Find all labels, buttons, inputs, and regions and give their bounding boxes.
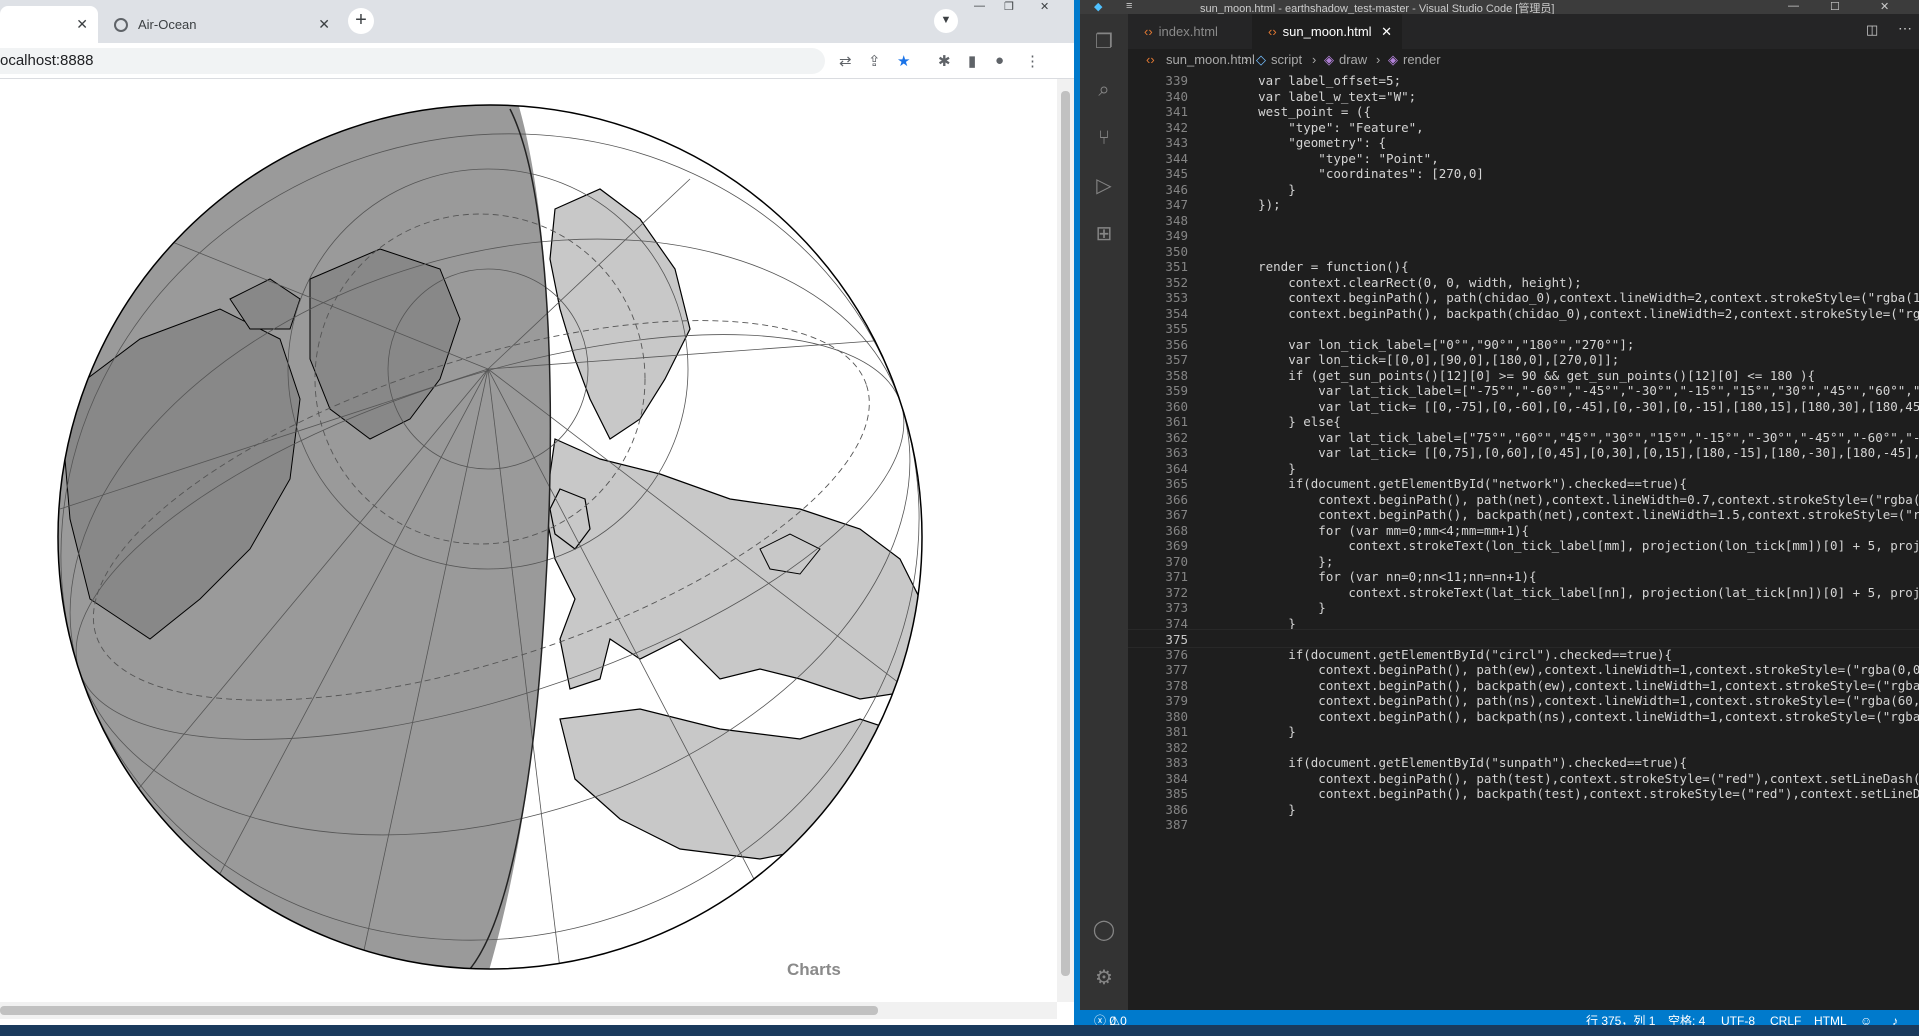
- horizontal-scroll-thumb[interactable]: [0, 1006, 878, 1015]
- vscode-logo-icon: ◆: [1094, 1, 1103, 13]
- tab-sun-moon-html[interactable]: ‹› sun_moon.html ✕: [1252, 14, 1402, 49]
- account-icon[interactable]: ◯: [1092, 918, 1116, 942]
- new-tab-button[interactable]: +: [348, 8, 374, 34]
- breadcrumb-script[interactable]: script: [1271, 49, 1302, 71]
- extensions-icon[interactable]: ⊞: [1092, 222, 1116, 246]
- page-content: Charts: [0, 79, 1057, 1002]
- editor-tabs: ‹› index.html ‹› sun_moon.html ✕ ◫ ⋯: [1128, 14, 1919, 49]
- tab-index-html[interactable]: ‹› index.html: [1128, 14, 1252, 49]
- window-close-icon[interactable]: ✕: [1880, 0, 1889, 13]
- vertical-scroll-thumb[interactable]: [1061, 91, 1070, 976]
- html-file-icon: ‹›: [1144, 24, 1153, 39]
- window-close-icon[interactable]: ✕: [1040, 0, 1049, 14]
- share-icon[interactable]: ⇪: [868, 52, 881, 70]
- function-icon: ◈: [1388, 52, 1398, 67]
- side-panel-icon[interactable]: ▮: [968, 52, 976, 70]
- globe-canvas[interactable]: [0, 79, 1057, 1002]
- close-tab-icon[interactable]: ✕: [318, 16, 330, 33]
- tab-label: sun_moon.html: [1282, 24, 1372, 39]
- extensions-puzzle-icon[interactable]: ✱: [938, 52, 951, 70]
- html-file-icon: ‹›: [1268, 24, 1277, 39]
- charts-label[interactable]: Charts: [787, 960, 841, 980]
- tab-label: index.html: [1158, 24, 1218, 39]
- address-toolbar: ocalhost:8888 ⇄ ⇪ ★ ✱ ▮ ● ⋮: [0, 43, 1080, 79]
- os-taskbar: [0, 1025, 1919, 1036]
- breadcrumb-file[interactable]: sun_moon.html: [1166, 49, 1255, 71]
- indentation[interactable]: 空格: 4: [1668, 1010, 1705, 1025]
- breadcrumb-separator: ›: [1312, 52, 1317, 67]
- code-line[interactable]: 387: [1128, 815, 1919, 834]
- cursor-position[interactable]: 行 375，列 1: [1586, 1010, 1655, 1025]
- source-control-icon[interactable]: ⑂: [1092, 126, 1116, 150]
- breadcrumb-draw[interactable]: draw: [1339, 49, 1367, 71]
- status-bar: ⓧ 0 ⚠ 0 行 375，列 1 空格: 4 UTF-8 CRLF HTML …: [1080, 1010, 1919, 1025]
- horizontal-scrollbar[interactable]: [0, 1002, 1057, 1019]
- line-ending[interactable]: CRLF: [1770, 1010, 1801, 1025]
- menu-hamburger-icon[interactable]: ≡: [1126, 0, 1132, 12]
- search-icon[interactable]: ⌕: [1092, 78, 1116, 102]
- maximize-icon[interactable]: ☐: [1830, 0, 1840, 13]
- breadcrumb-separator: ›: [1376, 52, 1381, 67]
- problems-indicator[interactable]: ⓧ 0 ⚠ 0: [1094, 1010, 1127, 1025]
- vscode-window: ◆ ≡ sun_moon.html - earthshadow_test-mas…: [1080, 0, 1919, 1025]
- explorer-files-icon[interactable]: ❐: [1092, 30, 1116, 54]
- close-tab-icon[interactable]: ✕: [76, 16, 88, 33]
- bookmark-star-icon[interactable]: ★: [897, 52, 910, 70]
- script-icon: ◇: [1256, 52, 1266, 67]
- restore-icon[interactable]: ❐: [1004, 0, 1014, 14]
- language-mode[interactable]: HTML: [1814, 1010, 1847, 1025]
- browser-tab-bar: ✕ Air-Ocean ✕ + ▼ — ❐ ✕: [0, 0, 1080, 43]
- function-icon: ◈: [1324, 52, 1334, 67]
- run-debug-icon[interactable]: ▷: [1092, 174, 1116, 198]
- browser-tab-air-ocean[interactable]: Air-Ocean ✕: [100, 6, 340, 43]
- feedback-icon[interactable]: ☺: [1860, 1010, 1872, 1025]
- translate-icon[interactable]: ⇄: [839, 52, 852, 70]
- tab-title: Air-Ocean: [138, 17, 197, 32]
- breadcrumb: ‹› sun_moon.html › ◇ script › ◈ draw › ◈…: [1128, 49, 1919, 71]
- tab-search-chevron-icon[interactable]: ▼: [934, 9, 958, 33]
- minimize-icon[interactable]: —: [1788, 0, 1799, 12]
- more-actions-icon[interactable]: ⋯: [1898, 20, 1912, 37]
- browser-tab-active[interactable]: ✕: [0, 6, 98, 43]
- url-text: ocalhost:8888: [0, 52, 94, 69]
- vertical-scrollbar[interactable]: [1057, 79, 1074, 1002]
- address-bar[interactable]: ocalhost:8888: [0, 48, 825, 74]
- more-menu-icon[interactable]: ⋮: [1025, 52, 1040, 70]
- close-tab-icon[interactable]: ✕: [1381, 14, 1392, 49]
- split-editor-icon[interactable]: ◫: [1866, 22, 1878, 38]
- minimize-icon[interactable]: —: [974, 0, 985, 14]
- activity-bar: ❐ ⌕ ⑂ ▷ ⊞ ◯ ⚙: [1080, 14, 1128, 1010]
- line-number: 387: [1165, 817, 1188, 832]
- notifications-bell-icon[interactable]: ♪: [1892, 1010, 1898, 1025]
- vscode-titlebar: ◆ ≡ sun_moon.html - earthshadow_test-mas…: [1080, 0, 1919, 15]
- encoding[interactable]: UTF-8: [1721, 1010, 1755, 1025]
- profile-avatar-icon[interactable]: ●: [995, 52, 1004, 69]
- breadcrumb-render[interactable]: render: [1403, 49, 1441, 71]
- browser-window: ✕ Air-Ocean ✕ + ▼ — ❐ ✕ ocalhost:8888 ⇄ …: [0, 0, 1080, 1025]
- breadcrumb-separator: ›: [1244, 52, 1249, 67]
- globe-icon: [114, 17, 128, 32]
- code-editor[interactable]: 339 var label_offset=5; 340 var label_w_t…: [1128, 71, 1919, 1010]
- settings-gear-icon[interactable]: ⚙: [1092, 966, 1116, 990]
- html-file-icon: ‹›: [1146, 52, 1155, 67]
